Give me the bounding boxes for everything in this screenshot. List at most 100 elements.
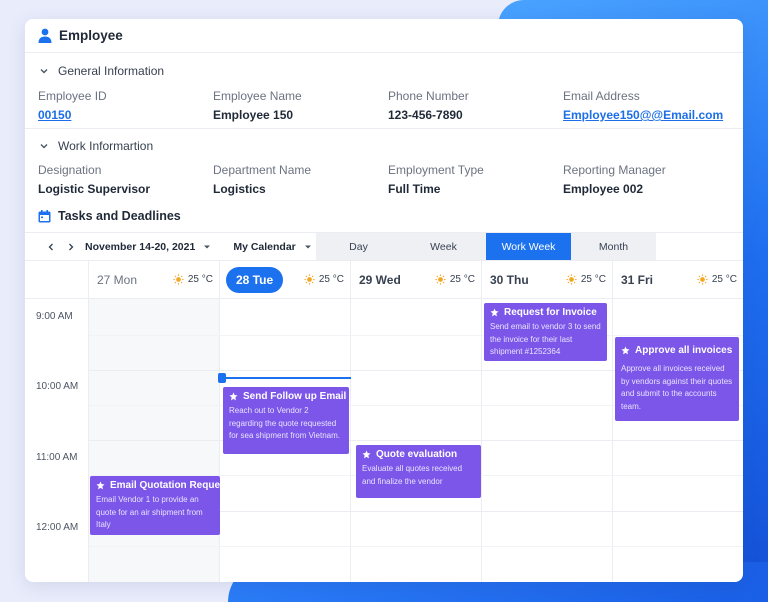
day-header-tue[interactable]: 28 Tue 25 °C (220, 261, 351, 299)
caret-down-icon (204, 245, 211, 248)
event-description: Email Vendor 1 to provide an quote for a… (96, 495, 203, 529)
day-label: 30 Thu (490, 272, 529, 287)
tasks-title: Tasks and Deadlines (58, 209, 181, 223)
tab-month[interactable]: Month (571, 233, 656, 260)
tab-week[interactable]: Week (401, 233, 486, 260)
grid-line (89, 335, 743, 336)
weather: 25 °C (435, 274, 475, 285)
star-icon (362, 450, 371, 459)
star-icon (621, 346, 630, 355)
field-label: Employee ID (38, 89, 107, 103)
day-header-thu[interactable]: 30 Thu 25 °C (482, 261, 613, 299)
chevron-right-icon (69, 243, 74, 250)
event-approve-all-invoices[interactable]: Approve all invoices Approve all invoice… (615, 337, 739, 421)
email-link[interactable]: Employee150@@Email.com (563, 108, 738, 122)
weather: 25 °C (697, 274, 737, 285)
temperature: 25 °C (580, 274, 606, 285)
event-title-text: Quote evaluation (376, 449, 458, 460)
employee-card: Employee General Information Employee ID… (25, 19, 743, 582)
time-column (25, 299, 89, 582)
field-label: Reporting Manager (563, 163, 666, 177)
event-description: Approve all invoices received by vendors… (621, 364, 733, 411)
field-value: Employee 002 (563, 182, 644, 196)
current-time-line (221, 377, 351, 379)
field-employment-type: Employment Type Full Time (388, 163, 563, 196)
event-title-text: Approve all invoices (635, 345, 733, 356)
tasks-header: Tasks and Deadlines (25, 203, 743, 229)
sun-icon (304, 274, 315, 285)
page-title: Employee (59, 28, 123, 43)
temperature: 25 °C (187, 274, 213, 285)
weather: 25 °C (566, 274, 606, 285)
day-label: 31 Fri (621, 272, 654, 287)
work-info-fields: Designation Logistic Supervisor Departme… (38, 163, 738, 196)
chevron-down-icon (40, 144, 48, 149)
time-label: 12:00 AM (36, 522, 79, 533)
event-email-quotation-request[interactable]: Email Quotation Request Email Vendor 1 t… (90, 476, 220, 535)
event-description: Reach out to Vendor 2 regarding the quot… (229, 406, 341, 440)
employee-header: Employee (25, 19, 743, 53)
event-title: Email Quotation Request (96, 480, 220, 491)
event-send-follow-up-email[interactable]: Send Follow up Email Reach out to Vendor… (223, 387, 349, 454)
current-time-marker (218, 373, 226, 383)
date-range-picker[interactable]: November 14-20, 2021 (85, 241, 211, 253)
calendar-select[interactable]: My Calendar (233, 241, 311, 253)
grid-line (89, 440, 743, 441)
field-value: Employee 150 (213, 108, 294, 122)
event-title: Request for Invoice (490, 307, 601, 318)
grid-line (89, 546, 743, 547)
weather: 25 °C (304, 274, 344, 285)
star-icon (96, 481, 105, 490)
field-label: Department Name (213, 163, 312, 177)
general-info-header[interactable]: General Information (25, 53, 743, 89)
prev-button[interactable] (41, 237, 61, 257)
field-reporting-manager: Reporting Manager Employee 002 (563, 163, 738, 196)
chevron-down-icon (40, 69, 48, 74)
day-header-wed[interactable]: 29 Wed 25 °C (351, 261, 482, 299)
field-value: Full Time (388, 182, 441, 196)
calendar-toolbar: November 14-20, 2021 My Calendar Day Wee… (25, 232, 743, 261)
field-value: Logistics (213, 182, 266, 196)
field-value: Logistic Supervisor (38, 182, 151, 196)
temperature: 25 °C (711, 274, 737, 285)
star-icon (490, 308, 499, 317)
field-department: Department Name Logistics (213, 163, 388, 196)
field-email-address: Email Address Employee150@@Email.com (563, 89, 738, 122)
caret-down-icon (304, 245, 311, 248)
field-designation: Designation Logistic Supervisor (38, 163, 213, 196)
employee-id-link[interactable]: 00150 (38, 108, 213, 122)
event-title-text: Request for Invoice (504, 307, 597, 318)
general-info-fields: Employee ID 00150 Employee Name Employee… (38, 89, 738, 122)
temperature: 25 °C (318, 274, 344, 285)
field-employee-name: Employee Name Employee 150 (213, 89, 388, 122)
event-description: Evaluate all quotes received and finaliz… (362, 464, 463, 486)
event-title: Quote evaluation (362, 449, 475, 460)
work-info-header[interactable]: Work Informartion (25, 128, 743, 164)
weather: 25 °C (173, 274, 213, 285)
event-quote-evaluation[interactable]: Quote evaluation Evaluate all quotes rec… (356, 445, 481, 498)
sun-icon (173, 274, 184, 285)
field-label: Designation (38, 163, 102, 177)
event-title: Approve all invoices (621, 345, 733, 356)
time-label: 10:00 AM (36, 381, 79, 392)
view-tabs: Day Week Work Week Month (316, 233, 656, 260)
time-label: 9:00 AM (36, 311, 73, 322)
person-icon (38, 28, 52, 43)
day-label: 27 Mon (97, 272, 138, 287)
time-header-corner (25, 261, 89, 299)
next-button[interactable] (61, 237, 81, 257)
field-employee-id: Employee ID 00150 (38, 89, 213, 122)
section-title: Work Informartion (58, 139, 154, 153)
event-request-for-invoice[interactable]: Request for Invoice Send email to vendor… (484, 303, 607, 361)
day-header-mon[interactable]: 27 Mon 25 °C (89, 261, 220, 299)
tab-work-week[interactable]: Work Week (486, 233, 571, 260)
event-description: Send email to vendor 3 to send the invoi… (490, 322, 601, 356)
field-value: 123-456-7890 (388, 108, 463, 122)
day-header-fri[interactable]: 31 Fri 25 °C (613, 261, 743, 299)
event-title-text: Send Follow up Email (243, 391, 347, 402)
event-title-text: Email Quotation Request (110, 480, 220, 491)
date-range-label: November 14-20, 2021 (85, 240, 196, 253)
tab-day[interactable]: Day (316, 233, 401, 260)
section-title: General Information (58, 64, 165, 78)
day-label-today: 28 Tue (226, 266, 284, 293)
